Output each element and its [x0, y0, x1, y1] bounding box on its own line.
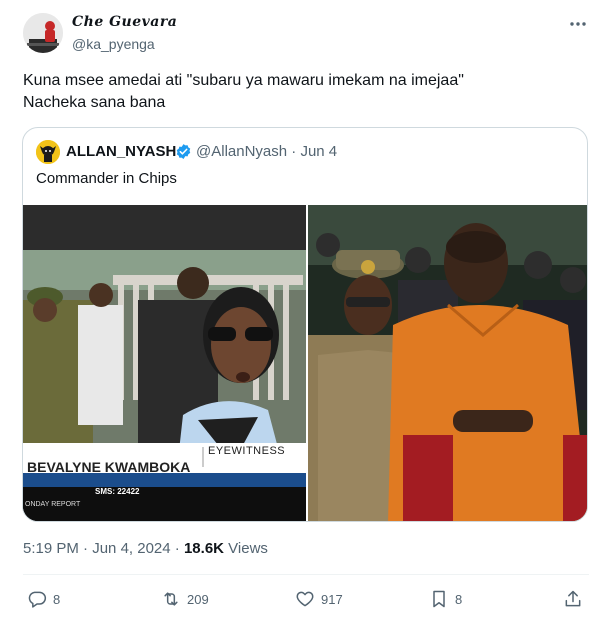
author-handle[interactable]: @ka_pyenga	[72, 36, 155, 52]
author-avatar[interactable]	[23, 13, 63, 53]
tweet-time: 5:19 PM	[23, 540, 79, 557]
media-image-right[interactable]	[308, 205, 587, 521]
quoted-date: Jun 4	[300, 143, 338, 160]
lower-third-name: BEVALYNE KWAMBOKA	[27, 459, 191, 475]
quoted-avatar-image	[36, 140, 60, 164]
quoted-tweet[interactable]: ALLAN_NYASH @AllanNyash · Jun 4 Commande…	[22, 127, 588, 522]
event-photo-image	[308, 205, 587, 521]
lower-third-tag: EYEWITNESS	[208, 445, 286, 457]
reply-button[interactable]: 8	[27, 586, 60, 612]
like-button[interactable]: 917	[295, 586, 343, 612]
share-icon	[565, 590, 581, 607]
repost-button[interactable]: 209	[161, 586, 209, 612]
more-options-button[interactable]	[566, 12, 590, 36]
views-count: 18.6K	[183, 540, 224, 557]
quoted-text: Commander in Chips	[36, 170, 177, 187]
reply-icon	[28, 591, 47, 608]
share-button[interactable]	[563, 586, 583, 612]
ticker-sms: SMS: 22422	[95, 487, 140, 496]
tweet-text: Kuna msee amedai ati "subaru ya mawaru i…	[23, 70, 583, 114]
separator-dot: ·	[83, 540, 93, 557]
separator-dot: ·	[174, 540, 184, 557]
tweet-text-line: Kuna msee amedai ati "subaru ya mawaru i…	[23, 72, 464, 89]
ticker-program: ONDAY REPORT	[25, 501, 81, 508]
reply-count: 8	[53, 591, 61, 607]
bookmark-icon	[433, 590, 445, 608]
verified-badge-icon	[175, 143, 192, 160]
media-image-left[interactable]: BEVALYNE KWAMBOKA EYEWITNESS ONDAY REPOR…	[23, 205, 306, 521]
quoted-meta: @AllanNyash · Jun 4	[196, 143, 337, 160]
action-bar: 8 209 917 8	[23, 586, 589, 612]
more-dots-icon	[570, 22, 586, 26]
quoted-author-avatar	[36, 140, 60, 164]
like-count: 917	[321, 591, 343, 607]
quoted-handle: @AllanNyash	[196, 143, 288, 160]
divider	[23, 574, 589, 575]
author-display-name[interactable]: Che Guevara	[72, 14, 177, 30]
repost-icon	[164, 592, 178, 606]
repost-count: 209	[187, 591, 209, 607]
quoted-display-name: ALLAN_NYASH	[66, 143, 177, 160]
heart-icon	[296, 591, 314, 607]
tweet-card: Che Guevara @ka_pyenga Kuna msee amedai …	[0, 0, 608, 619]
tweet-date: Jun 4, 2024	[92, 540, 171, 557]
avatar-image	[23, 13, 63, 53]
quoted-media[interactable]: BEVALYNE KWAMBOKA EYEWITNESS ONDAY REPOR…	[23, 205, 587, 521]
tweet-timestamp[interactable]: 5:19 PM · Jun 4, 2024 · 18.6K Views	[23, 540, 268, 557]
bookmark-count: 8	[455, 591, 463, 607]
bookmark-button[interactable]: 8	[429, 586, 462, 612]
tweet-text-line: Nacheka sana bana	[23, 94, 166, 111]
views-label: Views	[228, 540, 268, 557]
